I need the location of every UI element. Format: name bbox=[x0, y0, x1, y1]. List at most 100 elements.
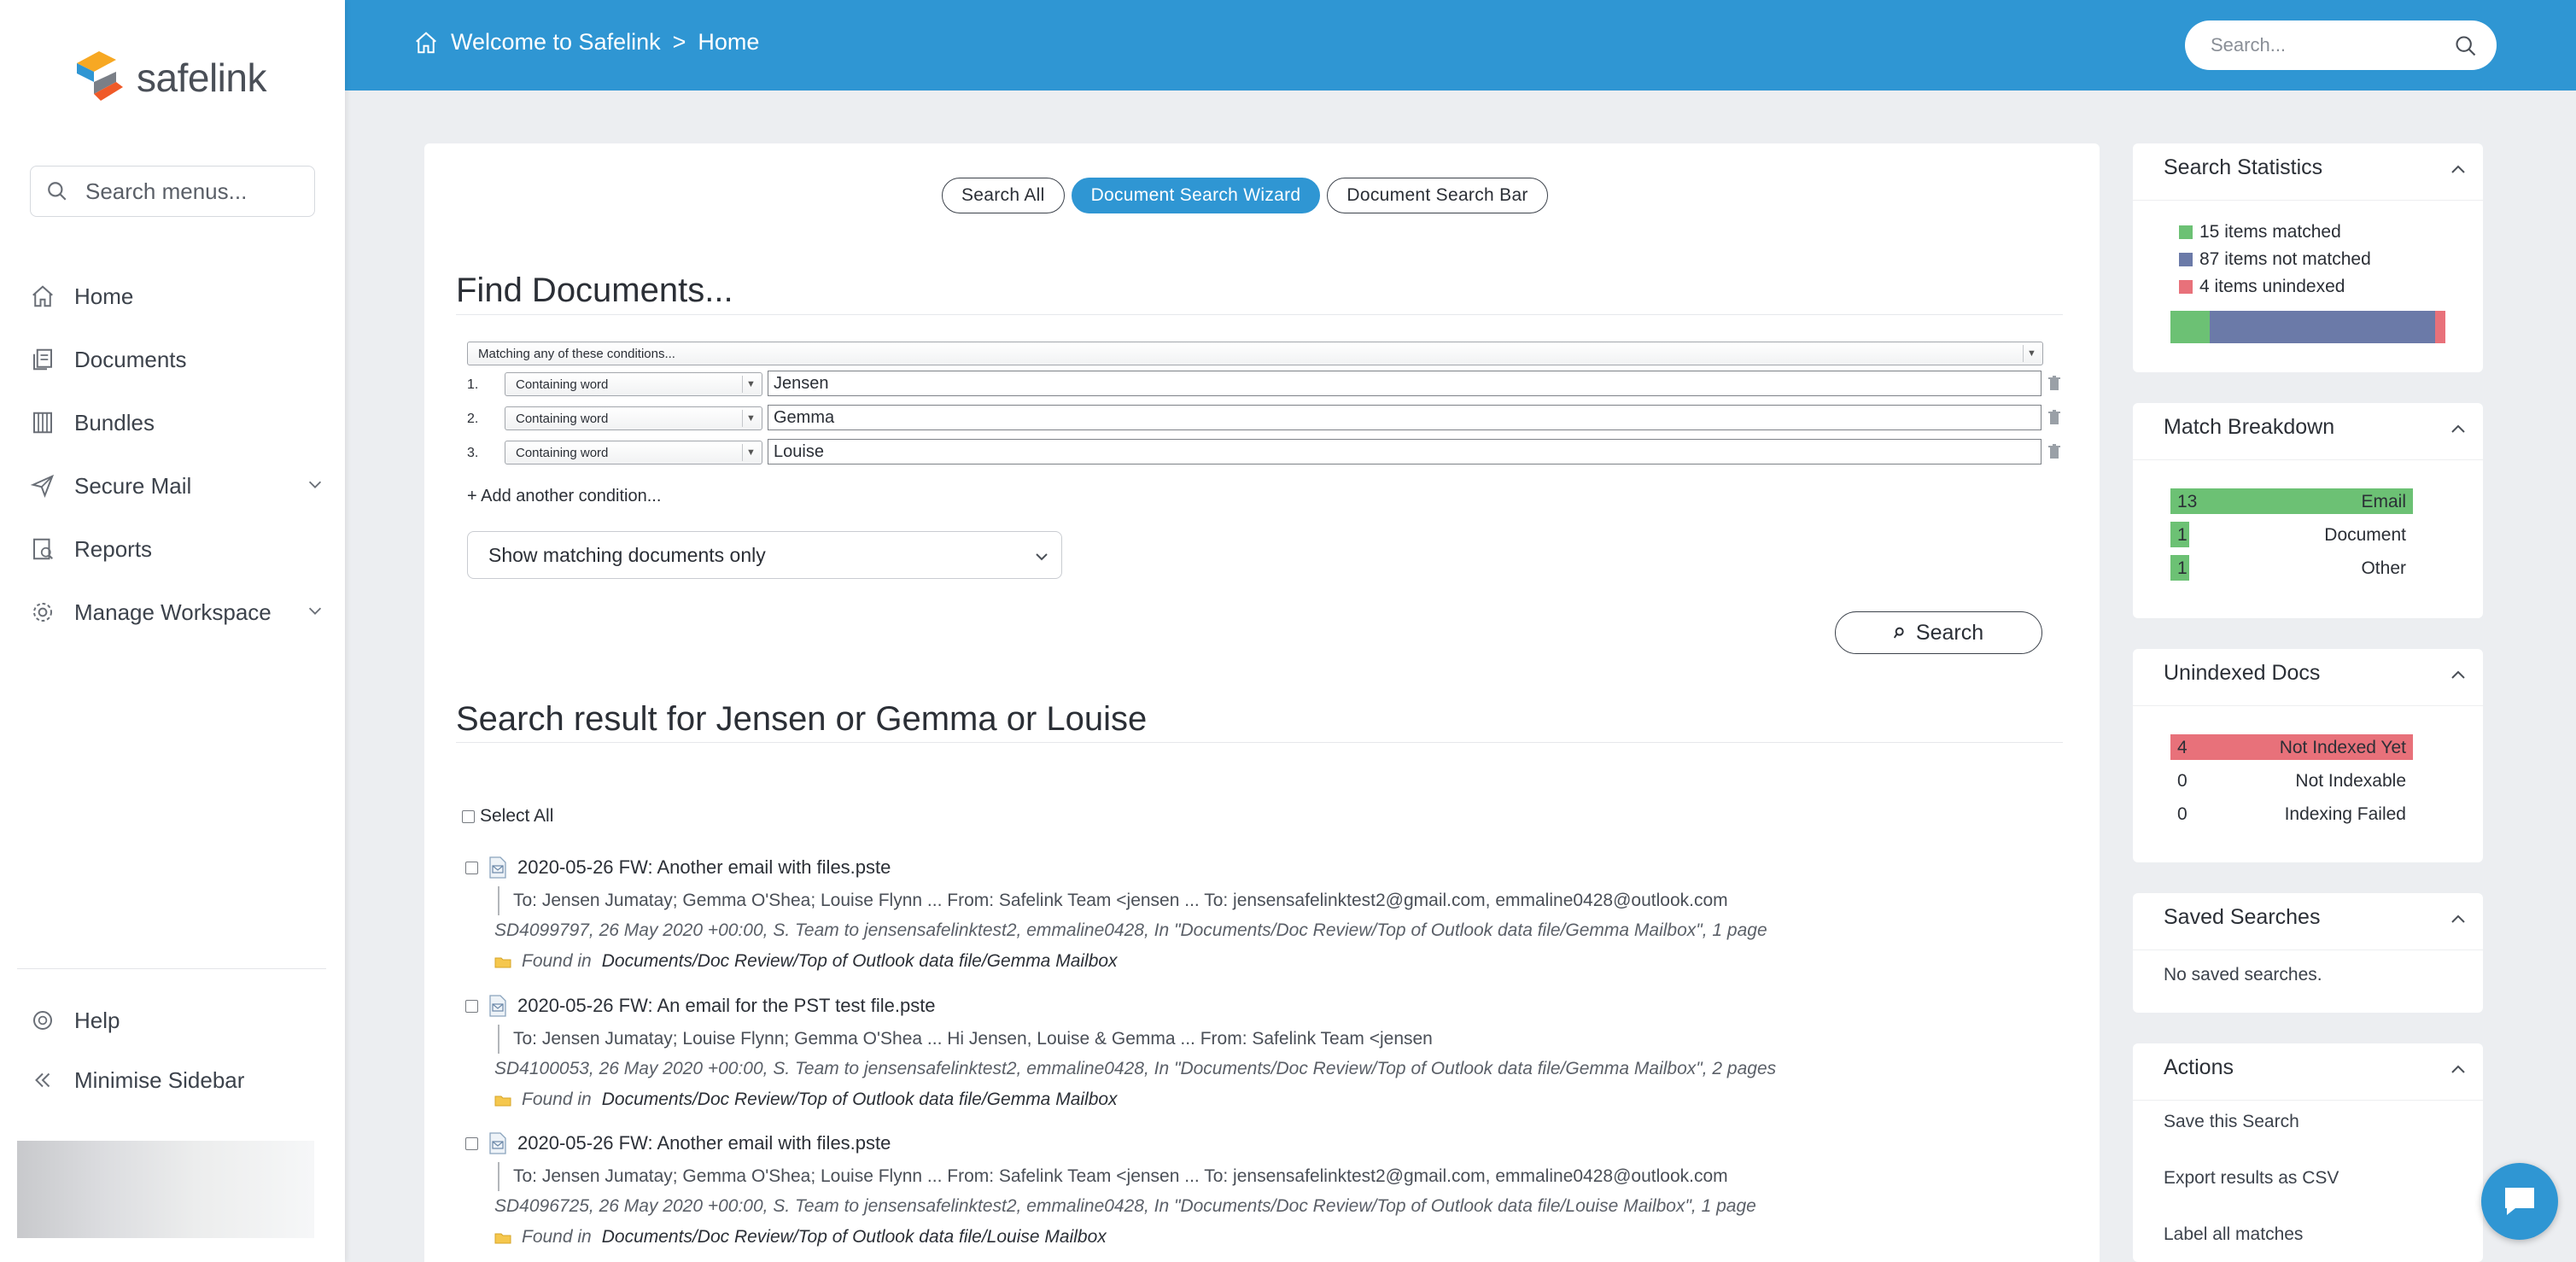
result-title-link[interactable]: 2020-05-26 FW: Another email with files.… bbox=[517, 856, 891, 879]
result-found-in: Found in Documents/Doc Review/Top of Out… bbox=[494, 1222, 2071, 1253]
menu-search-input[interactable]: Search menus... bbox=[30, 166, 315, 217]
help-icon bbox=[33, 1011, 52, 1030]
search-icon bbox=[48, 182, 67, 201]
legend-label: 15 items matched bbox=[2199, 222, 2341, 242]
minimise-label: Minimise Sidebar bbox=[74, 1066, 245, 1093]
sidebar-item-reports[interactable]: Reports bbox=[30, 517, 324, 581]
unindexed-label: Not Indexable bbox=[2295, 771, 2406, 791]
found-path-link[interactable]: Documents/Doc Review/Top of Outlook data… bbox=[602, 1227, 1107, 1247]
result-title-link[interactable]: 2020-05-26 FW: An email for the PST test… bbox=[517, 995, 936, 1017]
menu-search-placeholder: Search menus... bbox=[85, 178, 248, 204]
select-all-checkbox[interactable]: Select All bbox=[462, 806, 553, 827]
safelink-logo[interactable]: safelink bbox=[73, 48, 266, 108]
result-checkbox[interactable] bbox=[465, 999, 478, 1013]
sidebar-item-manage-workspace[interactable]: Manage Workspace bbox=[30, 581, 324, 644]
unindexed-label: Not Indexed Yet bbox=[2279, 738, 2406, 757]
condition-type-value: Containing word bbox=[516, 411, 609, 426]
minimise-sidebar-item[interactable]: Minimise Sidebar bbox=[30, 1050, 324, 1110]
widget-title: Saved Searches bbox=[2164, 905, 2321, 929]
save-search-action[interactable]: Save this Search bbox=[2164, 1112, 2299, 1132]
user-profile-blurred[interactable] bbox=[17, 1141, 314, 1238]
chevron-up-icon[interactable] bbox=[2449, 1062, 2468, 1076]
result-title-link[interactable]: 2020-05-26 FW: Another email with files.… bbox=[517, 1132, 891, 1154]
legend-label: 4 items unindexed bbox=[2199, 277, 2345, 296]
match-breakdown-widget: Match Breakdown 13 Email 1 Document 1 Ot… bbox=[2133, 403, 2483, 618]
chevron-up-icon[interactable] bbox=[2449, 162, 2468, 176]
widget-title: Actions bbox=[2164, 1055, 2234, 1079]
result-meta: SD4099797, 26 May 2020 +00:00, S. Team t… bbox=[494, 920, 1767, 940]
condition-value-input[interactable]: Jensen bbox=[768, 371, 2042, 396]
search-all-button[interactable]: Search All bbox=[942, 178, 1065, 213]
actions-widget: Actions Save this Search Export results … bbox=[2133, 1043, 2483, 1262]
find-documents-heading: Find Documents... bbox=[456, 272, 733, 309]
sidebar-item-bundles[interactable]: Bundles bbox=[30, 391, 324, 454]
divider bbox=[456, 314, 2063, 315]
sidebar-item-label: Bundles bbox=[74, 409, 155, 435]
result-found-in: Found in Documents/Doc Review/Top of Out… bbox=[494, 946, 2071, 977]
saved-searches-widget: Saved Searches No saved searches. bbox=[2133, 893, 2483, 1013]
home-icon[interactable] bbox=[413, 30, 439, 56]
found-path-link[interactable]: Documents/Doc Review/Top of Outlook data… bbox=[602, 1090, 1118, 1110]
breakdown-row-document[interactable]: 1 Document bbox=[2170, 522, 2413, 547]
breadcrumb-welcome[interactable]: Welcome to Safelink bbox=[451, 29, 661, 56]
statistics-stacked-bar bbox=[2170, 311, 2445, 343]
sidebar-item-home[interactable]: Home bbox=[30, 265, 324, 328]
match-mode-select[interactable]: Matching any of these conditions... ▼ bbox=[467, 342, 2043, 365]
unindexed-row-not-indexable[interactable]: 0 Not Indexable bbox=[2170, 768, 2413, 793]
result-checkbox[interactable] bbox=[465, 1136, 478, 1150]
search-icon[interactable] bbox=[2454, 34, 2478, 58]
label-all-matches-action[interactable]: Label all matches bbox=[2164, 1224, 2303, 1245]
condition-row: 3. Containing word ▼ Louise bbox=[467, 439, 2064, 466]
match-mode-value: Matching any of these conditions... bbox=[478, 346, 675, 361]
chevron-down-icon[interactable] bbox=[306, 475, 324, 494]
trash-icon[interactable] bbox=[2048, 410, 2060, 425]
trash-icon[interactable] bbox=[2048, 444, 2060, 459]
chevron-down-icon[interactable] bbox=[306, 601, 324, 620]
condition-value-input[interactable]: Gemma bbox=[768, 405, 2042, 430]
condition-row: 2. Containing word ▼ Gemma bbox=[467, 405, 2064, 432]
dropdown-arrow-icon: ▼ bbox=[742, 444, 759, 461]
chat-support-button[interactable] bbox=[2481, 1163, 2558, 1240]
documents-icon bbox=[33, 348, 52, 371]
checkbox[interactable] bbox=[462, 809, 475, 823]
home-icon bbox=[32, 285, 53, 307]
search-button[interactable]: Search bbox=[1835, 611, 2042, 654]
chevron-down-icon bbox=[1036, 553, 1048, 561]
chevron-up-icon[interactable] bbox=[2449, 422, 2468, 435]
condition-number: 2. bbox=[467, 412, 479, 426]
document-search-bar-button[interactable]: Document Search Bar bbox=[1327, 178, 1548, 213]
help-item[interactable]: Help bbox=[30, 990, 324, 1050]
export-csv-action[interactable]: Export results as CSV bbox=[2164, 1168, 2339, 1189]
condition-type-select[interactable]: Containing word ▼ bbox=[505, 406, 762, 430]
found-path-link[interactable]: Documents/Doc Review/Top of Outlook data… bbox=[602, 951, 1118, 972]
result-meta: SD4100053, 26 May 2020 +00:00, S. Team t… bbox=[494, 1059, 1777, 1078]
show-option-select[interactable]: Show matching documents only bbox=[467, 531, 1062, 579]
chevron-up-icon[interactable] bbox=[2449, 912, 2468, 926]
double-chevron-left-icon bbox=[35, 1072, 50, 1088]
unindexed-row-not-indexed-yet[interactable]: 4 Not Indexed Yet bbox=[2170, 734, 2413, 760]
trash-icon[interactable] bbox=[2048, 376, 2060, 391]
safelink-logo-icon bbox=[77, 51, 123, 101]
condition-type-select[interactable]: Containing word ▼ bbox=[505, 441, 762, 464]
result-item: 2020-05-26 FW: Another email with files.… bbox=[465, 856, 2071, 977]
result-checkbox[interactable] bbox=[465, 861, 478, 874]
breadcrumb-home: Home bbox=[698, 29, 760, 55]
document-search-wizard-button[interactable]: Document Search Wizard bbox=[1071, 178, 1321, 213]
breakdown-count: 13 bbox=[2177, 492, 2198, 511]
unindexed-row-indexing-failed[interactable]: 0 Indexing Failed bbox=[2170, 801, 2413, 827]
unindexed-count: 0 bbox=[2177, 771, 2188, 791]
add-condition-link[interactable]: + Add another condition... bbox=[467, 487, 661, 506]
breakdown-row-other[interactable]: 1 Other bbox=[2170, 555, 2413, 581]
condition-type-select[interactable]: Containing word ▼ bbox=[505, 372, 762, 396]
condition-value-input[interactable]: Louise bbox=[768, 439, 2042, 464]
folder-icon bbox=[494, 957, 511, 968]
global-search-input[interactable]: Search... bbox=[2185, 20, 2497, 70]
reports-icon bbox=[33, 538, 53, 560]
widget-title: Search Statistics bbox=[2164, 155, 2323, 179]
breakdown-row-email[interactable]: 13 Email bbox=[2170, 488, 2413, 514]
sidebar-item-documents[interactable]: Documents bbox=[30, 328, 324, 391]
sidebar-item-secure-mail[interactable]: Secure Mail bbox=[30, 454, 324, 517]
sidebar-item-label: Secure Mail bbox=[74, 472, 192, 499]
statistics-bar-segment bbox=[2209, 311, 2435, 343]
chevron-up-icon[interactable] bbox=[2449, 668, 2468, 681]
